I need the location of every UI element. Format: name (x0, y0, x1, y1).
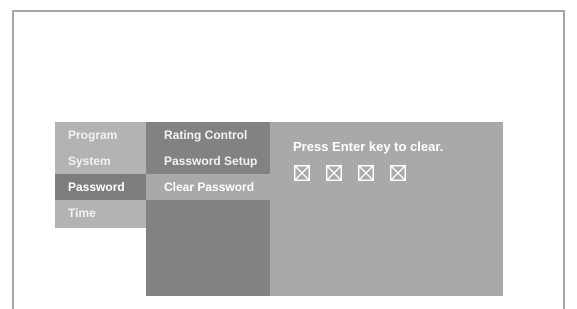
crossed-box-icon (326, 165, 342, 181)
category-menu: Program System Password Time (55, 122, 146, 228)
menu-item-time[interactable]: Time (55, 200, 146, 226)
clear-password-prompt: Press Enter key to clear. (293, 139, 444, 154)
submenu: Rating Control Password Setup Clear Pass… (146, 122, 270, 296)
submenu-item-password-setup[interactable]: Password Setup (146, 148, 270, 174)
submenu-item-rating-control[interactable]: Rating Control (146, 122, 270, 148)
menu-item-program[interactable]: Program (55, 122, 146, 148)
content-panel: Press Enter key to clear. (270, 122, 503, 296)
crossed-box-icon (358, 165, 374, 181)
crossed-box-icon (390, 165, 406, 181)
submenu-item-clear-password[interactable]: Clear Password (146, 174, 270, 200)
menu-item-password[interactable]: Password (55, 174, 146, 200)
crossed-box-icon (294, 165, 310, 181)
menu-item-system[interactable]: System (55, 148, 146, 174)
password-digit-boxes (294, 165, 406, 181)
